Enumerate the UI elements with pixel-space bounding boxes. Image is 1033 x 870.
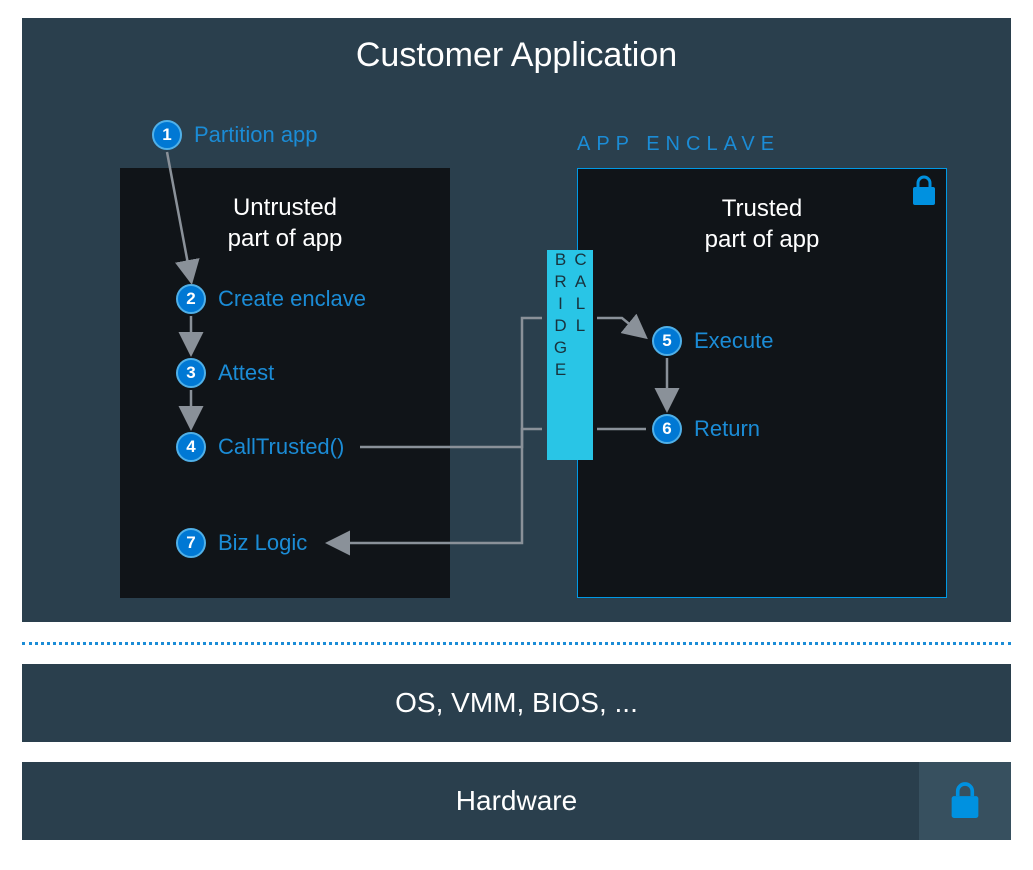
customer-application-panel: Customer Application 1 Partition app APP… [22,18,1011,622]
dotted-divider [22,642,1011,645]
hardware-layer-bar: Hardware [22,762,1011,840]
flow-arrows [22,18,982,618]
os-layer-label: OS, VMM, BIOS, ... [395,687,638,719]
os-layer-bar: OS, VMM, BIOS, ... [22,664,1011,742]
hardware-layer-label: Hardware [456,785,577,817]
lock-icon [948,781,982,821]
hardware-lock-box [919,762,1011,840]
